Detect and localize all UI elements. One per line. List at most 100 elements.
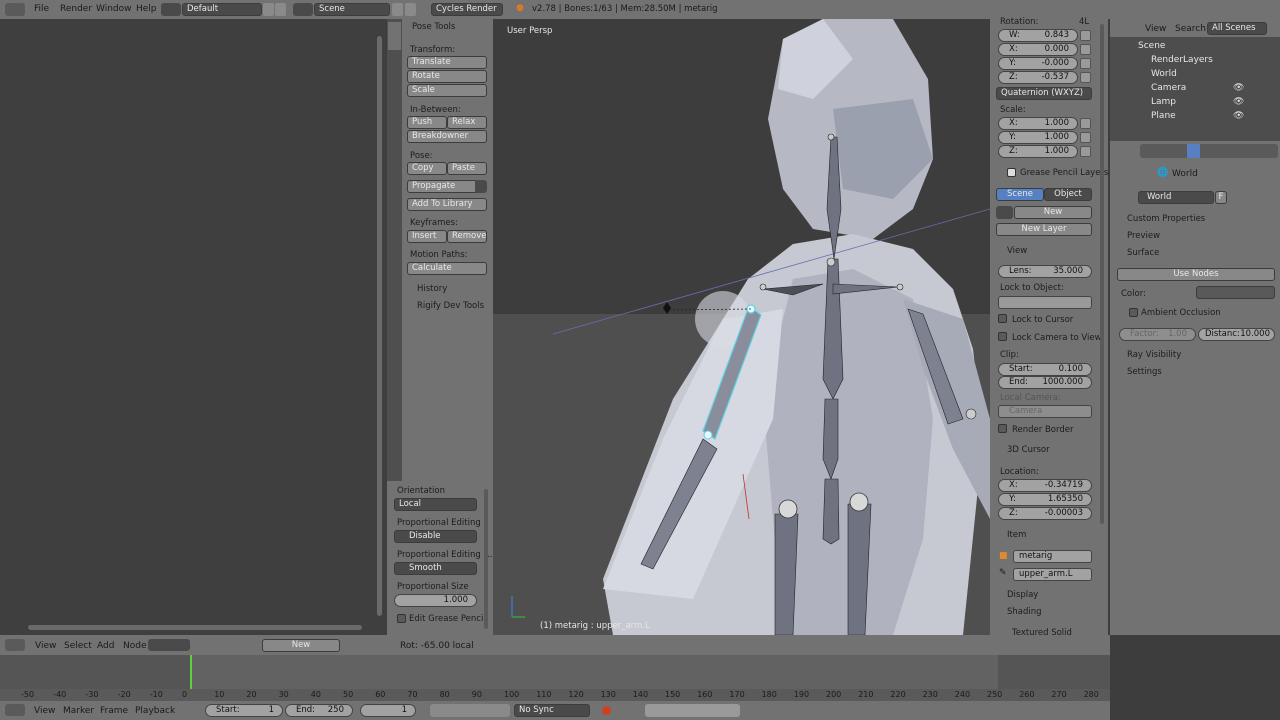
ao-distance-field[interactable]: Distanc: 10.000 <box>1198 328 1275 341</box>
operator-scrollbar[interactable] <box>484 489 488 629</box>
ao-checkbox[interactable] <box>1129 308 1138 317</box>
lock-object-field[interactable] <box>998 296 1092 309</box>
scale-x-lock-icon[interactable] <box>1080 118 1091 129</box>
insert-keyframe-button[interactable]: Insert <box>407 230 447 243</box>
node-menu-node[interactable]: Node <box>123 641 147 651</box>
end-frame-field[interactable]: End: 250 <box>285 704 353 717</box>
scene-selector[interactable]: Scene <box>314 3 390 16</box>
grease-layers-section[interactable]: Grease Pencil Layers <box>1020 168 1108 178</box>
timeline[interactable]: -50 -40 -30 -20 -10 0 10 20 30 40 50 60 70 80 90 100 110… <box>0 655 1110 701</box>
display-section[interactable]: Display <box>1007 590 1038 600</box>
node-editor[interactable] <box>0 19 386 635</box>
prop-editing-select[interactable]: Disable <box>394 530 477 543</box>
node-menu-view[interactable]: View <box>35 641 56 651</box>
ao-section[interactable]: Ambient Occlusion <box>1141 308 1221 318</box>
blender-menu-icon[interactable] <box>5 3 25 16</box>
camera-visibility-icon[interactable]: 👁 <box>1233 83 1244 93</box>
edit-grease-checkbox[interactable] <box>397 614 406 623</box>
outliner-item-renderlayers[interactable]: RenderLayers <box>1151 55 1213 65</box>
render-border-checkbox[interactable] <box>998 424 1007 433</box>
scene-icon[interactable] <box>293 3 313 16</box>
menu-help[interactable]: Help <box>136 4 157 14</box>
add-to-library-button[interactable]: Add To Library <box>407 198 487 211</box>
propagate-menu-icon[interactable] <box>475 180 487 193</box>
rotation-w-lock-icon[interactable] <box>1080 30 1091 41</box>
rotation-x-field[interactable]: X: 0.000 <box>998 43 1078 56</box>
item-section[interactable]: Item <box>1007 530 1026 540</box>
node-menu-select[interactable]: Select <box>64 641 92 651</box>
shading-section[interactable]: Shading <box>1007 607 1042 617</box>
scale-y-field[interactable]: Y: 1.000 <box>998 131 1078 144</box>
relax-button[interactable]: Relax <box>447 116 487 129</box>
prop-falloff-select[interactable]: Smooth <box>394 562 477 575</box>
plane-visibility-icon[interactable]: 👁 <box>1233 111 1244 121</box>
outliner-item-plane[interactable]: Plane <box>1151 111 1176 121</box>
translate-button[interactable]: Translate <box>407 56 487 69</box>
new-layer-button[interactable]: New Layer <box>996 223 1092 236</box>
world-tab-active[interactable] <box>1187 144 1200 158</box>
scale-z-lock-icon[interactable] <box>1080 146 1091 157</box>
layout-icon[interactable] <box>161 3 181 16</box>
local-camera-field[interactable]: Camera <box>998 405 1092 418</box>
world-color-swatch[interactable] <box>1196 286 1275 299</box>
node-menu-add[interactable]: Add <box>97 641 114 651</box>
custom-props-section[interactable]: Custom Properties <box>1127 214 1205 224</box>
timeline-menu-marker[interactable]: Marker <box>63 706 94 716</box>
grease-new-button[interactable]: New <box>1014 206 1092 219</box>
lock-to-cursor-checkbox[interactable] <box>998 314 1007 323</box>
world-name-field[interactable]: World <box>1138 191 1214 204</box>
pose-tools-title[interactable]: Pose Tools <box>412 22 455 32</box>
node-editor-scrollbar-v[interactable] <box>377 36 382 616</box>
lamp-visibility-icon[interactable]: 👁 <box>1233 97 1244 107</box>
calculate-button[interactable]: Calculate <box>407 262 487 275</box>
cursor-x-field[interactable]: X: -0.34719 <box>998 479 1092 492</box>
item-bone-field[interactable]: upper_arm.L <box>1013 568 1092 581</box>
outliner-item-lamp[interactable]: Lamp <box>1151 97 1176 107</box>
prop-size-field[interactable]: 1.000 <box>394 594 477 607</box>
lens-field[interactable]: Lens: 35.000 <box>998 265 1092 278</box>
viewport-3d[interactable]: User Persp (1) metarig : upper_arm.L <box>493 19 990 635</box>
menu-file[interactable]: File <box>34 4 49 14</box>
settings-section[interactable]: Settings <box>1127 367 1162 377</box>
orientation-select[interactable]: Local <box>394 498 477 511</box>
rotation-z-lock-icon[interactable] <box>1080 72 1091 83</box>
surface-section[interactable]: Surface <box>1127 248 1159 258</box>
menu-window[interactable]: Window <box>96 4 132 14</box>
properties-context-tabs[interactable] <box>1140 144 1278 158</box>
cursor-z-field[interactable]: Z: -0.00003 <box>998 507 1092 520</box>
scene-close-icon[interactable] <box>405 3 416 16</box>
item-object-field[interactable]: metarig <box>1013 550 1092 563</box>
outliner-item-camera[interactable]: Camera <box>1151 83 1186 93</box>
timeline-menu-playback[interactable]: Playback <box>135 706 175 716</box>
rotation-y-field[interactable]: Y: -0.000 <box>998 57 1078 70</box>
current-frame-field[interactable]: 1 <box>360 704 416 717</box>
ray-visibility-section[interactable]: Ray Visibility <box>1127 350 1181 360</box>
toolshelf-tab-tools[interactable] <box>388 22 401 50</box>
node-tree-new-button[interactable]: New <box>262 639 340 652</box>
shader-type-buttons[interactable] <box>148 639 190 651</box>
push-button[interactable]: Push <box>407 116 447 129</box>
breakdowner-button[interactable]: Breakdowner <box>407 130 487 143</box>
keying-set-field[interactable] <box>645 704 740 717</box>
remove-keyframe-button[interactable]: Remove <box>447 230 487 243</box>
render-engine-selector[interactable]: Cycles Render <box>431 3 503 16</box>
cursor-y-field[interactable]: Y: 1.65350 <box>998 493 1092 506</box>
rotation-w-field[interactable]: W: 0.843 <box>998 29 1078 42</box>
fake-user-toggle[interactable]: F <box>1215 191 1227 204</box>
rotation-x-lock-icon[interactable] <box>1080 44 1091 55</box>
record-button[interactable] <box>602 706 611 715</box>
history-section[interactable]: History <box>417 284 447 294</box>
n-panel-scrollbar[interactable] <box>1100 24 1104 524</box>
clip-start-field[interactable]: Start: 0.100 <box>998 363 1092 376</box>
scene-tab[interactable]: Scene <box>996 188 1044 201</box>
layout-add-icon[interactable] <box>263 3 274 16</box>
outliner-item-scene[interactable]: Scene <box>1138 41 1165 51</box>
ao-factor-field[interactable]: Factor: 1.00 <box>1119 328 1196 341</box>
pencil-icon[interactable] <box>996 206 1013 219</box>
rotation-z-field[interactable]: Z: -0.537 <box>998 71 1078 84</box>
copy-pose-button[interactable]: Copy <box>407 162 447 175</box>
rotation-mode-select[interactable]: Quaternion (WXYZ) <box>996 87 1092 100</box>
rigify-section[interactable]: Rigify Dev Tools <box>417 301 484 311</box>
armature-bones[interactable] <box>493 19 990 635</box>
grease-layers-checkbox[interactable] <box>1007 168 1016 177</box>
